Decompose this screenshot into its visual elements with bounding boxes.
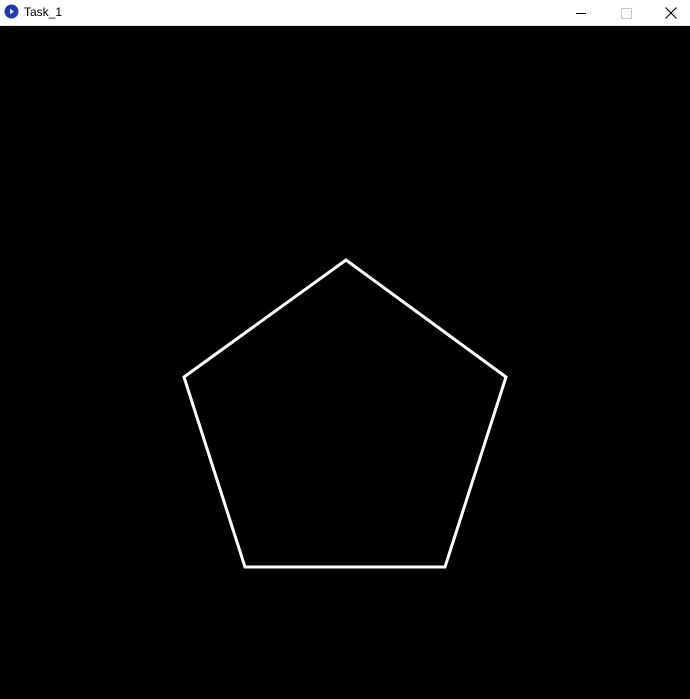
pentagon-shape — [182, 258, 508, 569]
canvas-drawing — [182, 258, 508, 569]
minimize-icon — [576, 8, 586, 18]
sketch-canvas[interactable] — [0, 26, 690, 699]
title-bar[interactable]: Task_1 — [0, 0, 690, 26]
window-title: Task_1 — [24, 5, 63, 19]
maximize-button[interactable] — [603, 0, 649, 26]
maximize-icon — [620, 7, 632, 19]
close-icon — [665, 7, 677, 19]
processing-app-icon — [4, 4, 19, 19]
app-window: Task_1 — [0, 0, 690, 699]
minimize-button[interactable] — [558, 0, 604, 26]
close-button[interactable] — [648, 0, 690, 26]
